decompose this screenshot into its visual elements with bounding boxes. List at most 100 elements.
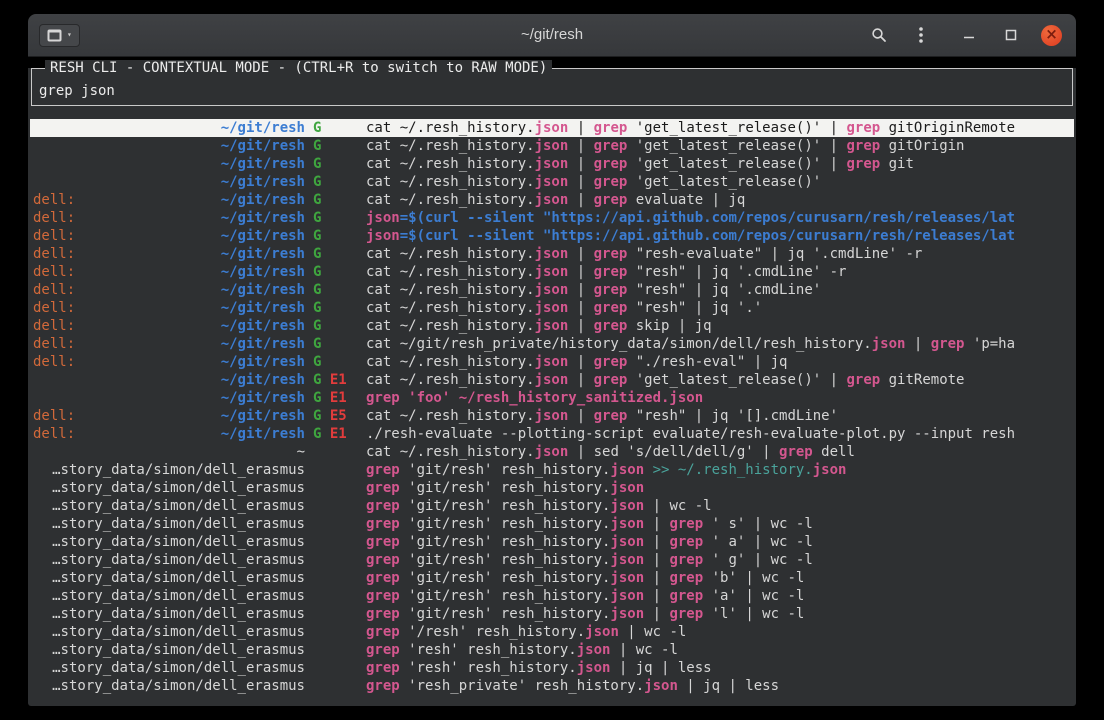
history-row[interactable]: …story_data/simon/dell_erasmusgrep 'git/… bbox=[30, 569, 1074, 587]
history-row[interactable]: …story_data/simon/dell_erasmusgrep 'git/… bbox=[30, 479, 1074, 497]
command-segment: | bbox=[568, 318, 593, 334]
search-query-input[interactable]: grep json bbox=[39, 83, 115, 99]
command-segment: cat ~/.resh_history. bbox=[366, 372, 535, 388]
command-segment: cat ~/.resh_history. bbox=[366, 192, 535, 208]
history-row[interactable]: …story_data/simon/dell_erasmusgrep 'git/… bbox=[30, 551, 1074, 569]
history-row-selected[interactable]: ~/git/reshGcat ~/.resh_history.json | gr… bbox=[30, 119, 1074, 137]
host-label: dell: bbox=[33, 317, 75, 335]
match-highlight: json bbox=[535, 300, 569, 316]
match-highlight: grep bbox=[366, 678, 400, 694]
host-dir-cell: ~/git/resh bbox=[33, 137, 305, 155]
history-row[interactable]: …story_data/simon/dell_erasmusgrep 'resh… bbox=[30, 659, 1074, 677]
command-segment: | bbox=[568, 174, 593, 190]
history-row[interactable]: …story_data/simon/dell_erasmusgrep 'resh… bbox=[30, 677, 1074, 695]
host-dir-cell: ~/git/resh bbox=[33, 389, 305, 407]
host-dir-cell: dell:~/git/resh bbox=[33, 245, 305, 263]
command-segment: 'git/resh' resh_history. bbox=[400, 534, 611, 550]
host-dir-cell: ~/git/resh bbox=[33, 119, 305, 137]
command-text: grep 'git/resh' resh_history.json | wc -… bbox=[366, 497, 1074, 515]
match-highlight: grep bbox=[669, 534, 703, 550]
flags-cell: G bbox=[313, 155, 357, 173]
flags-cell: G E5 bbox=[313, 407, 357, 425]
history-row[interactable]: dell:~/git/reshGcat ~/.resh_history.json… bbox=[30, 245, 1074, 263]
history-row[interactable]: …story_data/simon/dell_erasmusgrep 'git/… bbox=[30, 587, 1074, 605]
history-row[interactable]: ~/git/reshGcat ~/.resh_history.json | gr… bbox=[30, 173, 1074, 191]
history-row[interactable]: ~/git/reshG E1cat ~/.resh_history.json |… bbox=[30, 371, 1074, 389]
command-segment: 'git/resh' resh_history. bbox=[400, 516, 611, 532]
command-segment: 'resh' resh_history. bbox=[400, 642, 577, 658]
maximize-button[interactable] bbox=[999, 23, 1023, 47]
new-terminal-button[interactable]: ▾ bbox=[39, 24, 80, 47]
host-label: dell: bbox=[33, 209, 75, 227]
flags-cell: G E1 bbox=[313, 389, 357, 407]
history-row[interactable]: dell:~/git/reshG E5cat ~/.resh_history.j… bbox=[30, 407, 1074, 425]
history-row[interactable]: ~/git/reshG E1grep 'foo' ~/resh_history_… bbox=[30, 389, 1074, 407]
match-highlight: json bbox=[610, 480, 644, 496]
history-row[interactable]: ~/git/reshGcat ~/.resh_history.json | gr… bbox=[30, 155, 1074, 173]
flags-cell bbox=[313, 533, 357, 551]
history-row[interactable]: dell:~/git/reshGcat ~/.resh_history.json… bbox=[30, 191, 1074, 209]
history-row[interactable]: …story_data/simon/dell_erasmusgrep 'git/… bbox=[30, 497, 1074, 515]
directory-label: …story_data/simon/dell_erasmus bbox=[52, 641, 305, 659]
terminal-content: RESH CLI - CONTEXTUAL MODE - (CTRL+R to … bbox=[28, 68, 1076, 706]
history-row[interactable]: …story_data/simon/dell_erasmusgrep 'resh… bbox=[30, 641, 1074, 659]
command-segment: git bbox=[880, 156, 914, 172]
command-segment: | bbox=[644, 588, 669, 604]
match-highlight: json bbox=[610, 552, 644, 568]
history-row[interactable]: …story_data/simon/dell_erasmusgrep 'git/… bbox=[30, 461, 1074, 479]
host-dir-cell: …story_data/simon/dell_erasmus bbox=[33, 641, 305, 659]
history-row[interactable]: dell:~/git/reshGcat ~/.resh_history.json… bbox=[30, 317, 1074, 335]
command-segment: gitOriginRemote bbox=[880, 120, 1015, 136]
directory-label: …story_data/simon/dell_erasmus bbox=[52, 479, 305, 497]
match-highlight: json bbox=[535, 192, 569, 208]
command-segment: cat ~/.resh_history. bbox=[366, 354, 535, 370]
match-highlight: grep bbox=[594, 192, 628, 208]
command-segment: 'git/resh' resh_history. bbox=[400, 552, 611, 568]
match-highlight: json bbox=[535, 444, 569, 460]
command-segment: "resh-evaluate" | jq '.cmdLine' -r bbox=[627, 246, 922, 262]
terminal-icon bbox=[47, 29, 62, 42]
flag-G: G bbox=[313, 228, 321, 244]
history-row[interactable]: dell:~/git/reshGcat ~/.resh_history.json… bbox=[30, 281, 1074, 299]
history-row[interactable]: dell:~/git/reshGcat ~/.resh_history.json… bbox=[30, 353, 1074, 371]
history-row[interactable]: dell:~/git/reshGcat ~/.resh_history.json… bbox=[30, 299, 1074, 317]
search-button[interactable] bbox=[867, 23, 891, 47]
minimize-button[interactable] bbox=[957, 23, 981, 47]
host-label: dell: bbox=[33, 425, 75, 443]
match-highlight: grep bbox=[594, 372, 628, 388]
history-row[interactable]: …story_data/simon/dell_erasmusgrep 'git/… bbox=[30, 515, 1074, 533]
command-text: grep 'git/resh' resh_history.json | grep… bbox=[366, 569, 1074, 587]
history-row[interactable]: dell:~/git/reshGcat ~/.resh_history.json… bbox=[30, 263, 1074, 281]
match-highlight: grep bbox=[594, 138, 628, 154]
command-text: grep 'git/resh' resh_history.json | grep… bbox=[366, 551, 1074, 569]
match-highlight: json bbox=[577, 642, 611, 658]
history-row[interactable]: ~cat ~/.resh_history.json | sed 's/dell/… bbox=[30, 443, 1074, 461]
command-segment: 'resh' resh_history. bbox=[400, 660, 577, 676]
history-row[interactable]: ~/git/reshGcat ~/.resh_history.json | gr… bbox=[30, 137, 1074, 155]
match-highlight: grep bbox=[669, 552, 703, 568]
command-segment: =$(curl --silent "https://api.github.com… bbox=[400, 228, 1015, 244]
flags-cell: G bbox=[313, 173, 357, 191]
history-row[interactable]: dell:~/git/reshGjson=$(curl --silent "ht… bbox=[30, 227, 1074, 245]
command-segment: ' s' | wc -l bbox=[703, 516, 813, 532]
command-segment: 'get_latest_release()' | bbox=[627, 138, 846, 154]
history-row[interactable]: …story_data/simon/dell_erasmusgrep '/res… bbox=[30, 623, 1074, 641]
history-row[interactable]: …story_data/simon/dell_erasmusgrep 'git/… bbox=[30, 533, 1074, 551]
command-segment: cat ~/.resh_history. bbox=[366, 156, 535, 172]
host-label: dell: bbox=[33, 245, 75, 263]
host-dir-cell: …story_data/simon/dell_erasmus bbox=[33, 623, 305, 641]
flag-G: G bbox=[313, 120, 321, 136]
match-highlight: grep bbox=[594, 174, 628, 190]
flag-G: G bbox=[313, 300, 321, 316]
command-text: grep 'git/resh' resh_history.json | grep… bbox=[366, 605, 1074, 623]
menu-button[interactable] bbox=[909, 23, 933, 47]
directory-label: ~/git/resh bbox=[221, 425, 305, 443]
command-segment: 'git/resh' resh_history. bbox=[400, 606, 611, 622]
history-row[interactable]: dell:~/git/reshG E1./resh-evaluate --plo… bbox=[30, 425, 1074, 443]
flag-G: G bbox=[313, 282, 321, 298]
history-row[interactable]: dell:~/git/reshGcat ~/git/resh_private/h… bbox=[30, 335, 1074, 353]
history-row[interactable]: …story_data/simon/dell_erasmusgrep 'git/… bbox=[30, 605, 1074, 623]
command-segment: | bbox=[644, 570, 669, 586]
close-button[interactable]: × bbox=[1041, 25, 1062, 46]
history-row[interactable]: dell:~/git/reshGjson=$(curl --silent "ht… bbox=[30, 209, 1074, 227]
